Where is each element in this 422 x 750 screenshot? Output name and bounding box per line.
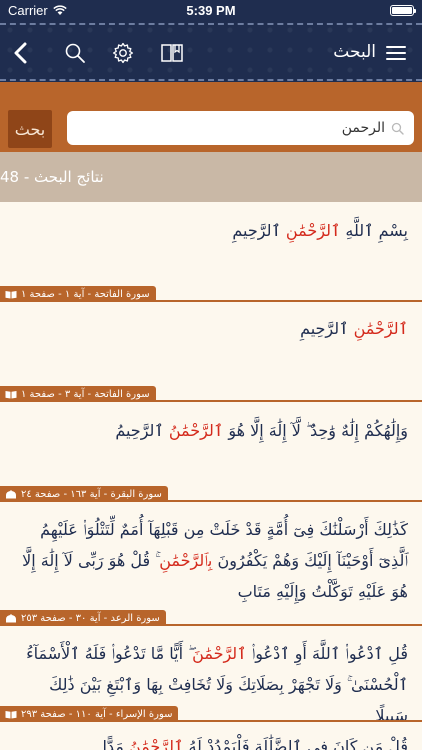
verse-text: وَإِلَٰهُكُمْ إِلَٰهٌ وَٰحِدٌ ۖ لَّآ إِل… [12,416,408,446]
wifi-icon [53,4,67,15]
verse-after: ٱلرَّحِيمِ [232,221,286,240]
list-item[interactable]: بِسْمِ ٱللَّهِ ٱلرَّحْمَٰنِ ٱلرَّحِيمِ س… [0,202,422,302]
gear-icon[interactable] [110,40,136,66]
verse-highlight: ٱلرَّحْمَٰنِ [285,221,341,240]
book-icon[interactable] [159,40,185,66]
verse-highlight: ٱلرَّحْمَٰنِ [353,319,408,338]
verse-after: ٱلرَّحِيمِ [300,319,354,338]
verse-after: مَدًّا [102,737,129,750]
mosque-icon [6,613,16,622]
reference-label: سورة الفاتحة - آية ١ - صفحة ١ [21,288,150,300]
reference-label: سورة البقرة - آية ١٦٣ - صفحة ٢٤ [21,488,162,500]
nav-stitch-top [0,23,422,25]
battery-icon [390,4,416,16]
book-icon [5,390,17,398]
status-bar: Carrier 5:39 PM [0,0,422,20]
list-item[interactable]: قُلْ مَن كَانَ فِى ٱلضَّلَٰلَةِ فَلْيَمْ… [0,722,422,750]
reference-label: سورة الرعد - آية ٣٠ - صفحة ٢٥٣ [21,612,160,624]
search-field-icon [391,122,404,135]
verse-before: بِسْمِ ٱللَّهِ [340,221,408,240]
carrier-label: Carrier [8,2,48,18]
list-item[interactable]: قُلِ ٱدْعُوا۟ ٱللَّهَ أَوِ ٱدْعُوا۟ ٱلرَ… [0,626,422,725]
verse-reference: سورة الفاتحة - آية ٣ - صفحة ١ [0,386,156,402]
verse-reference: سورة البقرة - آية ١٦٣ - صفحة ٢٤ [0,486,168,502]
search-field[interactable] [67,111,414,145]
list-item[interactable]: ٱلرَّحْمَٰنِ ٱلرَّحِيمِ سورة الفاتحة - آ… [0,302,422,402]
book-icon [5,710,17,718]
verse-highlight: بِٱلرَّحْمَٰنِ [159,551,213,570]
search-button[interactable]: بحث [8,110,52,148]
verse-reference: سورة الفاتحة - آية ١ - صفحة ١ [0,286,156,302]
verse-reference: سورة الرعد - آية ٣٠ - صفحة ٢٥٣ [0,610,166,626]
back-chevron-icon[interactable] [8,40,34,66]
reference-label: سورة الإسراء - آية ١١٠ - صفحة ٢٩٣ [21,708,173,720]
verse-highlight: ٱلرَّحْمَٰنَ [192,644,247,663]
list-item[interactable]: وَإِلَٰهُكُمْ إِلَٰهٌ وَٰحِدٌ ۖ لَّآ إِل… [0,402,422,502]
verse-before: قُلِ ٱدْعُوا۟ ٱللَّهَ أَوِ ٱدْعُوا۟ [246,644,408,663]
verse-before: قُلْ مَن كَانَ فِى ٱلضَّلَٰلَةِ فَلْيَمْ… [183,737,408,750]
book-icon [5,290,17,298]
status-left: Carrier [8,3,67,18]
reference-label: سورة الفاتحة - آية ٣ - صفحة ١ [21,388,150,400]
verse-text: كَذَٰلِكَ أَرْسَلْنَٰكَ فِىٓ أُمَّةٍ قَد… [12,514,408,607]
nav-bar: البحث [0,20,422,86]
menu-icon[interactable] [383,40,409,66]
verse-reference: سورة الإسراء - آية ١١٠ - صفحة ٢٩٣ [0,706,179,722]
verse-after: ٱلرَّحِيمُ [115,421,169,440]
page-title: البحث [333,42,376,62]
verse-text: قُلْ مَن كَانَ فِى ٱلضَّلَٰلَةِ فَلْيَمْ… [12,732,408,750]
nav-stitch-bottom [0,79,422,81]
verse-text: ٱلرَّحْمَٰنِ ٱلرَّحِيمِ [12,314,408,344]
results-list[interactable]: بِسْمِ ٱللَّهِ ٱلرَّحْمَٰنِ ٱلرَّحِيمِ س… [0,202,422,750]
verse-highlight: ٱلرَّحْمَٰنُ [128,737,184,750]
results-count: نتائج البحث - 48 [0,152,422,202]
verse-text: بِسْمِ ٱللَّهِ ٱلرَّحْمَٰنِ ٱلرَّحِيمِ [12,216,408,246]
status-right [390,4,416,16]
search-input[interactable] [77,120,385,136]
verse-before: وَإِلَٰهُكُمْ إِلَٰهٌ وَٰحِدٌ ۖ لَّآ إِل… [223,421,408,440]
list-item[interactable]: كَذَٰلِكَ أَرْسَلْنَٰكَ فِىٓ أُمَّةٍ قَد… [0,502,422,626]
mosque-icon [6,489,16,498]
verse-highlight: ٱلرَّحْمَٰنُ [168,421,224,440]
search-icon[interactable] [62,40,88,66]
